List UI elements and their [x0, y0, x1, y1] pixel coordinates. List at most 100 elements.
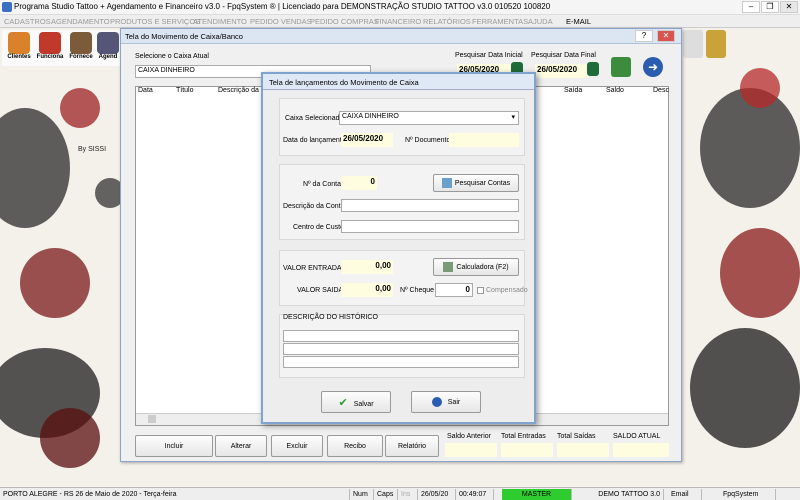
- calculadora-button[interactable]: Calculadora (F2): [433, 258, 519, 276]
- valor-entrada-field[interactable]: 0,00: [341, 260, 393, 274]
- date-start-label: Pesquisar Data Inicial: [455, 52, 523, 59]
- historico-line-1[interactable]: [283, 330, 519, 342]
- saldo-atual-field: [613, 443, 669, 457]
- employees-icon: [39, 32, 61, 54]
- check-icon: ✔: [338, 397, 348, 409]
- right-toolbar-icon-2[interactable]: [706, 30, 726, 58]
- status-master: MASTER: [502, 489, 572, 500]
- relatorio-button[interactable]: Relatório: [385, 435, 439, 457]
- valor-saida-label: VALOR SAIDA: [297, 287, 344, 294]
- incluir-button[interactable]: Incluir: [135, 435, 213, 457]
- menu-atendimento[interactable]: ATENDIMENTO: [193, 17, 247, 26]
- menu-relatorios[interactable]: RELATÓRIOS: [423, 17, 471, 26]
- menu-ferramentas[interactable]: FERRAMENTAS: [472, 17, 528, 26]
- menu-bar: CADASTROS AGENDAMENTO PRODUTOS E SERVIÇO…: [0, 15, 800, 28]
- dialog-titlebar: Tela de lançamentos do Movimento de Caix…: [263, 74, 534, 90]
- menu-pedido-compras[interactable]: PEDIDO COMPRAS: [310, 17, 379, 26]
- menu-financeiro[interactable]: FINANCEIRO: [375, 17, 421, 26]
- alterar-button[interactable]: Alterar: [215, 435, 267, 457]
- compensado-checkbox[interactable]: [477, 287, 484, 294]
- title-bar: Programa Studio Tattoo + Agendamento e F…: [0, 0, 800, 15]
- historico-line-2[interactable]: [283, 343, 519, 355]
- desktop-signature: By SISSI: [78, 146, 107, 153]
- fornece-button[interactable]: Fornece: [66, 30, 96, 66]
- status-ins: Ins: [398, 489, 418, 500]
- clients-icon: [8, 32, 30, 54]
- status-date: 26/05/20: [418, 489, 456, 500]
- centro-custo-field[interactable]: [341, 220, 519, 233]
- main-toolbar: Clientes Funciona Fornece Agend: [2, 30, 120, 66]
- pesquisar-contas-button[interactable]: Pesquisar Contas: [433, 174, 519, 192]
- data-lancamento-label: Data do lançamento: [283, 137, 346, 144]
- total-entradas-label: Total Entradas: [501, 433, 546, 440]
- suppliers-icon: [70, 32, 92, 54]
- menu-cadastros[interactable]: CADASTROS: [4, 17, 51, 26]
- refresh-icon[interactable]: [611, 57, 631, 77]
- date-end-field[interactable]: 26/05/2020: [535, 64, 589, 78]
- menu-pedido-vendas[interactable]: PEDIDO VENDAS: [250, 17, 312, 26]
- status-email[interactable]: Email: [668, 489, 702, 500]
- calendar-icon: [97, 32, 119, 54]
- centro-custo-label: Centro de Custo: [293, 224, 344, 231]
- movimento-titlebar: Tela do Movimento de Caixa/Banco ? ✕: [121, 29, 681, 44]
- restore-button[interactable]: ❐: [761, 1, 779, 13]
- date-end-label: Pesquisar Data Final: [531, 52, 596, 59]
- saldo-anterior-field: [445, 443, 497, 457]
- sair-button[interactable]: Sair: [411, 391, 481, 413]
- compensado-label: Compensado: [486, 287, 528, 294]
- status-time: 00:49:07: [456, 489, 494, 500]
- calculator-icon: [443, 262, 454, 273]
- caixa-selecionado-label: Caixa Selecionado: [285, 115, 344, 122]
- scroll-thumb[interactable]: [148, 415, 156, 423]
- total-saidas-label: Total Saídas: [557, 433, 596, 440]
- documento-field[interactable]: [449, 133, 519, 147]
- arrow-right-icon[interactable]: ➜: [643, 57, 663, 77]
- conta-field[interactable]: 0: [341, 176, 377, 190]
- menu-produtos[interactable]: PRODUTOS E SERVIÇOS: [110, 17, 200, 26]
- descricao-conta-label: Descrição da Conta: [283, 203, 345, 210]
- status-demo: DEMO TATTOO 3.0: [572, 489, 664, 500]
- status-caps: Caps: [374, 489, 398, 500]
- data-lancamento-field[interactable]: 26/05/2020: [341, 133, 393, 147]
- caixa-selecionado-select[interactable]: CAIXA DINHEIRO ▾: [339, 111, 519, 125]
- exit-icon: [431, 397, 442, 408]
- historico-line-3[interactable]: [283, 356, 519, 368]
- close-button[interactable]: ✕: [780, 1, 798, 13]
- select-caixa-label: Selecione o Caixa Atual: [135, 53, 209, 60]
- menu-email[interactable]: E-MAIL: [566, 17, 591, 26]
- group-caixa: [279, 98, 525, 156]
- menu-agendamento[interactable]: AGENDAMENTO: [51, 17, 110, 26]
- cheque-field[interactable]: 0: [435, 283, 473, 297]
- dialog-title: Tela de lançamentos do Movimento de Caix…: [269, 78, 419, 87]
- total-entradas-field: [501, 443, 553, 457]
- recibo-button[interactable]: Recibo: [327, 435, 383, 457]
- col-saida: Saída: [564, 87, 583, 94]
- right-toolbar-icon-1[interactable]: [683, 30, 703, 58]
- agend-button[interactable]: Agend: [97, 30, 119, 66]
- funciona-button[interactable]: Funciona: [35, 30, 65, 66]
- menu-ajuda[interactable]: AJUDA: [528, 17, 553, 26]
- historico-label: DESCRIÇÃO DO HISTÓRICO: [283, 314, 378, 321]
- valor-saida-field[interactable]: 0,00: [341, 283, 393, 297]
- movimento-close-button[interactable]: ✕: [657, 30, 675, 42]
- total-saidas-field: [557, 443, 609, 457]
- lancamento-dialog: Tela de lançamentos do Movimento de Caix…: [261, 72, 536, 424]
- window-title: Programa Studio Tattoo + Agendamento e F…: [14, 2, 551, 11]
- excluir-button[interactable]: Excluir: [271, 435, 323, 457]
- minimize-button[interactable]: –: [742, 1, 760, 13]
- conta-label: Nº da Conta: [303, 181, 341, 188]
- movimento-title: Tela do Movimento de Caixa/Banco: [125, 32, 243, 41]
- cheque-label: Nº Cheque: [400, 287, 435, 294]
- col-titulo: Título: [176, 87, 194, 94]
- saldo-anterior-label: Saldo Anterior: [447, 433, 491, 440]
- status-fpq[interactable]: FpqSystem: [720, 489, 776, 500]
- status-bar: PORTO ALEGRE - RS 26 de Maio de 2020 - T…: [0, 487, 800, 500]
- search-icon: [441, 178, 452, 189]
- documento-label: Nº Documento: [405, 137, 451, 144]
- status-num: Num: [350, 489, 374, 500]
- descricao-conta-field[interactable]: [341, 199, 519, 212]
- calendar-icon[interactable]: [587, 62, 599, 76]
- salvar-button[interactable]: ✔ Salvar: [321, 391, 391, 413]
- help-button[interactable]: ?: [635, 30, 653, 42]
- clientes-button[interactable]: Clientes: [4, 30, 34, 66]
